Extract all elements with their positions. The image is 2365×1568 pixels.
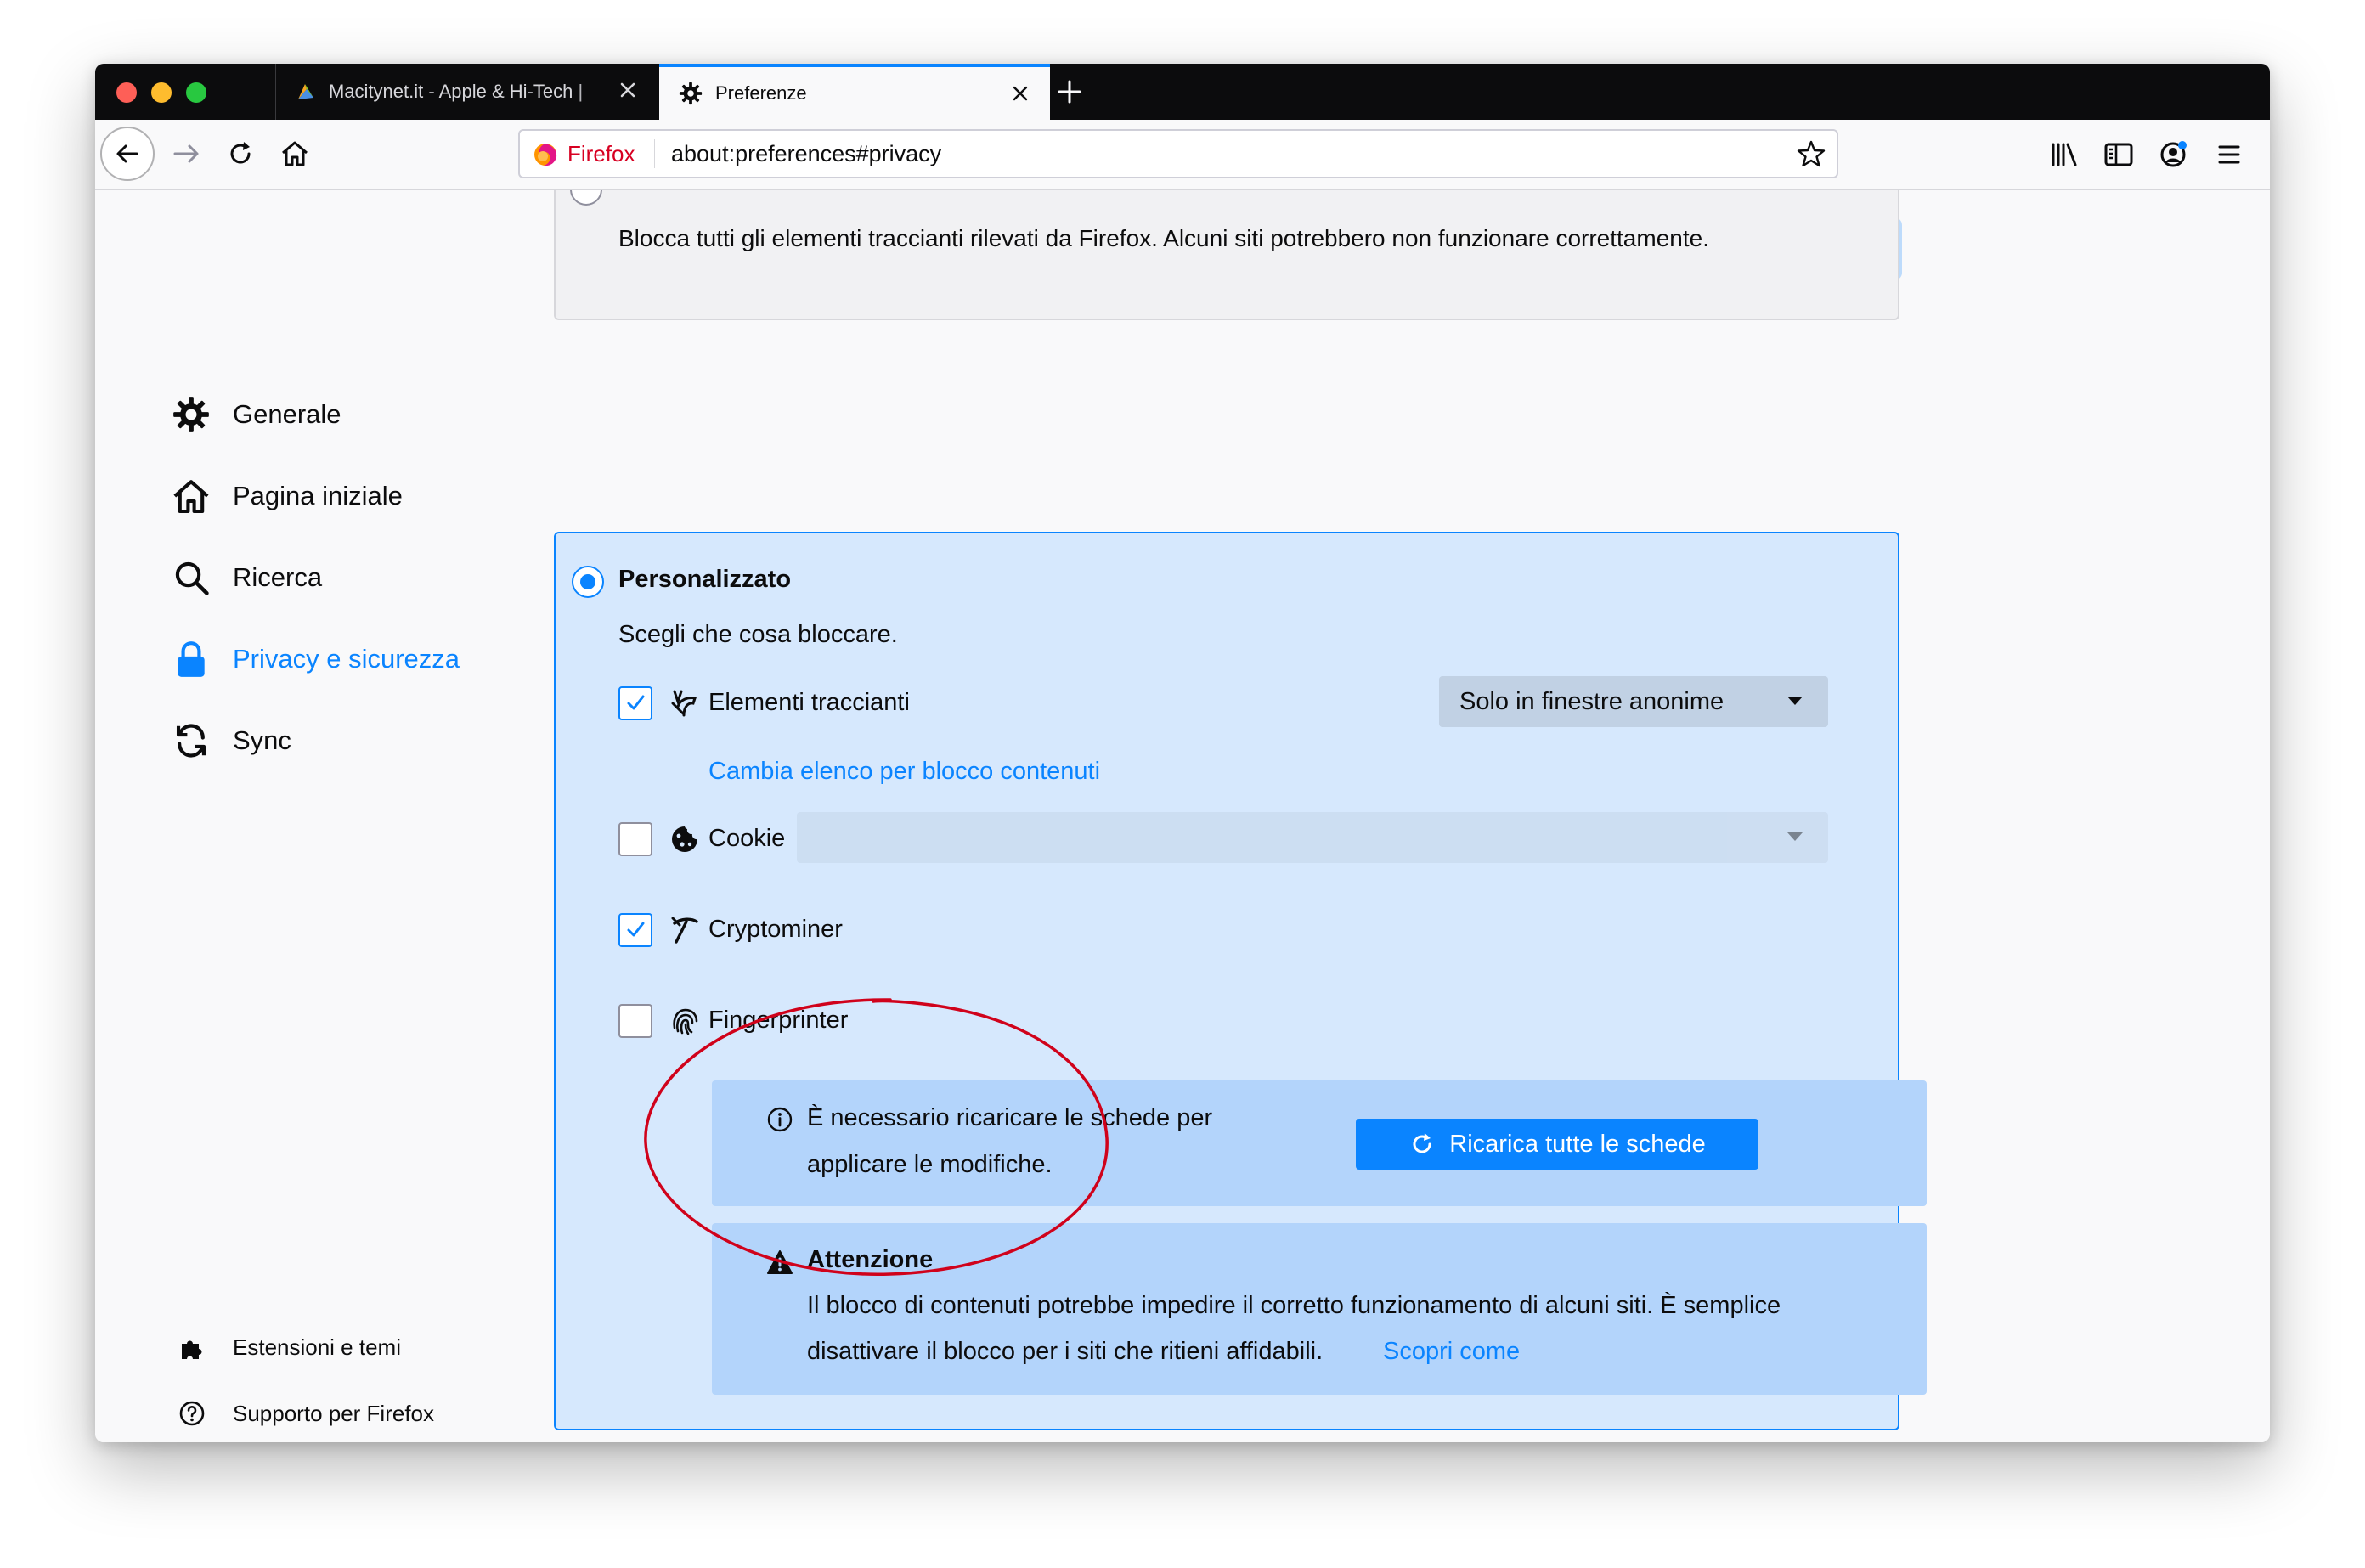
forward-arrow-icon[interactable] bbox=[170, 137, 204, 171]
close-tab-icon[interactable] bbox=[1008, 81, 1033, 106]
warning-icon bbox=[767, 1250, 793, 1274]
cryptominer-checkbox[interactable] bbox=[618, 913, 652, 947]
strict-radio[interactable] bbox=[570, 190, 602, 206]
back-button[interactable] bbox=[100, 127, 155, 181]
zoom-window-button[interactable] bbox=[186, 82, 206, 103]
puzzle-icon bbox=[182, 1340, 202, 1359]
sidebar-toggle-icon[interactable] bbox=[2102, 138, 2136, 172]
chevron-down-icon bbox=[1787, 832, 1803, 841]
change-blocklist-link[interactable]: Cambia elenco per blocco contenuti bbox=[708, 758, 1100, 786]
new-tab-plus-icon[interactable] bbox=[1053, 76, 1086, 108]
account-icon[interactable] bbox=[2156, 138, 2190, 172]
lock-icon bbox=[178, 641, 205, 677]
bookmark-star-icon[interactable] bbox=[1796, 138, 1826, 169]
reload-button-label: Ricarica tutte le schede bbox=[1449, 1130, 1706, 1158]
url-separator bbox=[654, 139, 655, 168]
cookie-type-dropdown[interactable] bbox=[797, 812, 1828, 863]
hamburger-menu-icon[interactable] bbox=[2212, 138, 2246, 172]
custom-radio[interactable] bbox=[572, 566, 604, 598]
identity-box[interactable]: Firefox bbox=[532, 131, 635, 177]
strict-option-card[interactable]: Blocca tutti gli elementi traccianti ril… bbox=[554, 190, 1899, 320]
tab-bar: Macitynet.it - Apple & Hi-Tech | Prefere… bbox=[95, 64, 2270, 120]
identity-label: Firefox bbox=[567, 140, 635, 166]
tab-title: Preferenze bbox=[715, 82, 807, 104]
checkmark-icon bbox=[627, 922, 645, 937]
sidebar-item-label: Supporto per Firefox bbox=[233, 1400, 435, 1426]
help-icon bbox=[179, 1401, 205, 1426]
trackers-scope-dropdown[interactable]: Solo in finestre anonime bbox=[1439, 676, 1828, 727]
browser-window: Macitynet.it - Apple & Hi-Tech | Prefere… bbox=[95, 64, 2270, 1442]
warning-box: Attenzione Il blocco di contenuti potreb… bbox=[712, 1223, 1927, 1395]
sidebar-item-label: Sync bbox=[233, 725, 291, 755]
gear-icon bbox=[173, 397, 209, 432]
tab-preferences[interactable]: Preferenze bbox=[659, 64, 1050, 120]
fingerprint-icon bbox=[673, 1008, 698, 1035]
firefox-logo-icon bbox=[534, 144, 557, 166]
chevron-down-icon bbox=[1787, 697, 1803, 705]
sync-icon bbox=[176, 724, 206, 758]
dropdown-value: Solo in finestre anonime bbox=[1459, 687, 1724, 715]
tab-title: Macitynet.it - Apple & Hi-Tech | bbox=[329, 81, 584, 102]
cryptominer-icon bbox=[671, 917, 698, 944]
home-icon[interactable] bbox=[278, 137, 312, 171]
sidebar-item-label: Generale bbox=[233, 399, 341, 429]
reload-icon bbox=[1413, 1133, 1431, 1153]
fingerprinter-label: Fingerprinter bbox=[708, 1007, 849, 1034]
preferences-page: Generale Pagina iniziale Ricerca bbox=[95, 190, 2270, 1442]
tab-macitynet[interactable]: Macitynet.it - Apple & Hi-Tech | bbox=[275, 64, 658, 120]
tracker-icon bbox=[671, 690, 697, 717]
cookie-label: Cookie bbox=[708, 825, 786, 852]
trackers-checkbox[interactable] bbox=[618, 686, 652, 720]
sidebar-item-sync[interactable]: Sync bbox=[170, 719, 291, 762]
minimize-window-button[interactable] bbox=[151, 82, 172, 103]
warning-line1: Il blocco di contenuti potrebbe impedire… bbox=[807, 1292, 1781, 1319]
strict-description: Blocca tutti gli elementi traccianti ril… bbox=[618, 225, 1709, 251]
library-icon[interactable] bbox=[2047, 138, 2081, 172]
sidebar-extensions-link[interactable]: Estensioni e temi bbox=[177, 1332, 401, 1362]
sidebar-item-generale[interactable]: Generale bbox=[170, 393, 341, 436]
sidebar-support-link[interactable]: Supporto per Firefox bbox=[177, 1398, 434, 1429]
sidebar-item-label: Estensioni e temi bbox=[233, 1334, 401, 1360]
learn-how-link[interactable]: Scopri come bbox=[1383, 1338, 1520, 1366]
url-text[interactable]: about:preferences#privacy bbox=[671, 131, 941, 177]
sidebar-item-pagina-iniziale[interactable]: Pagina iniziale bbox=[170, 475, 403, 517]
checkmark-icon bbox=[627, 695, 645, 710]
fingerprinter-checkbox[interactable] bbox=[618, 1004, 652, 1038]
macitynet-favicon bbox=[298, 84, 313, 99]
reload-icon[interactable] bbox=[223, 137, 257, 171]
cookie-icon bbox=[672, 826, 697, 852]
navigation-toolbar: Firefox about:preferences#privacy bbox=[95, 120, 2270, 190]
warning-line2: disattivare il blocco per i siti che rit… bbox=[807, 1338, 1324, 1365]
sidebar-item-label: Pagina iniziale bbox=[233, 481, 403, 510]
search-icon bbox=[175, 561, 209, 595]
cryptominer-label: Cryptominer bbox=[708, 916, 843, 943]
url-bar[interactable]: Firefox about:preferences#privacy bbox=[518, 129, 1838, 178]
gear-icon bbox=[679, 82, 703, 105]
sidebar-item-ricerca[interactable]: Ricerca bbox=[170, 556, 322, 599]
cookie-checkbox[interactable] bbox=[618, 822, 652, 856]
info-icon bbox=[767, 1107, 793, 1132]
reload-notice-line2: applicare le modifiche. bbox=[807, 1151, 1053, 1178]
back-arrow-icon bbox=[116, 144, 138, 163]
close-window-button[interactable] bbox=[116, 82, 137, 103]
sidebar-item-label: Privacy e sicurezza bbox=[233, 644, 460, 674]
reload-all-tabs-button[interactable]: Ricarica tutte le schede bbox=[1356, 1119, 1758, 1170]
custom-subtitle: Scegli che cosa bloccare. bbox=[618, 621, 898, 648]
trackers-label: Elementi traccianti bbox=[708, 689, 910, 716]
custom-title: Personalizzato bbox=[618, 566, 792, 593]
reload-notice-line1: È necessario ricaricare le schede per bbox=[807, 1104, 1213, 1131]
home-icon bbox=[173, 480, 209, 514]
sidebar-item-privacy[interactable]: Privacy e sicurezza bbox=[170, 638, 460, 680]
close-tab-icon[interactable] bbox=[615, 77, 641, 103]
warning-title: Attenzione bbox=[807, 1246, 934, 1273]
sidebar-item-label: Ricerca bbox=[233, 562, 323, 592]
